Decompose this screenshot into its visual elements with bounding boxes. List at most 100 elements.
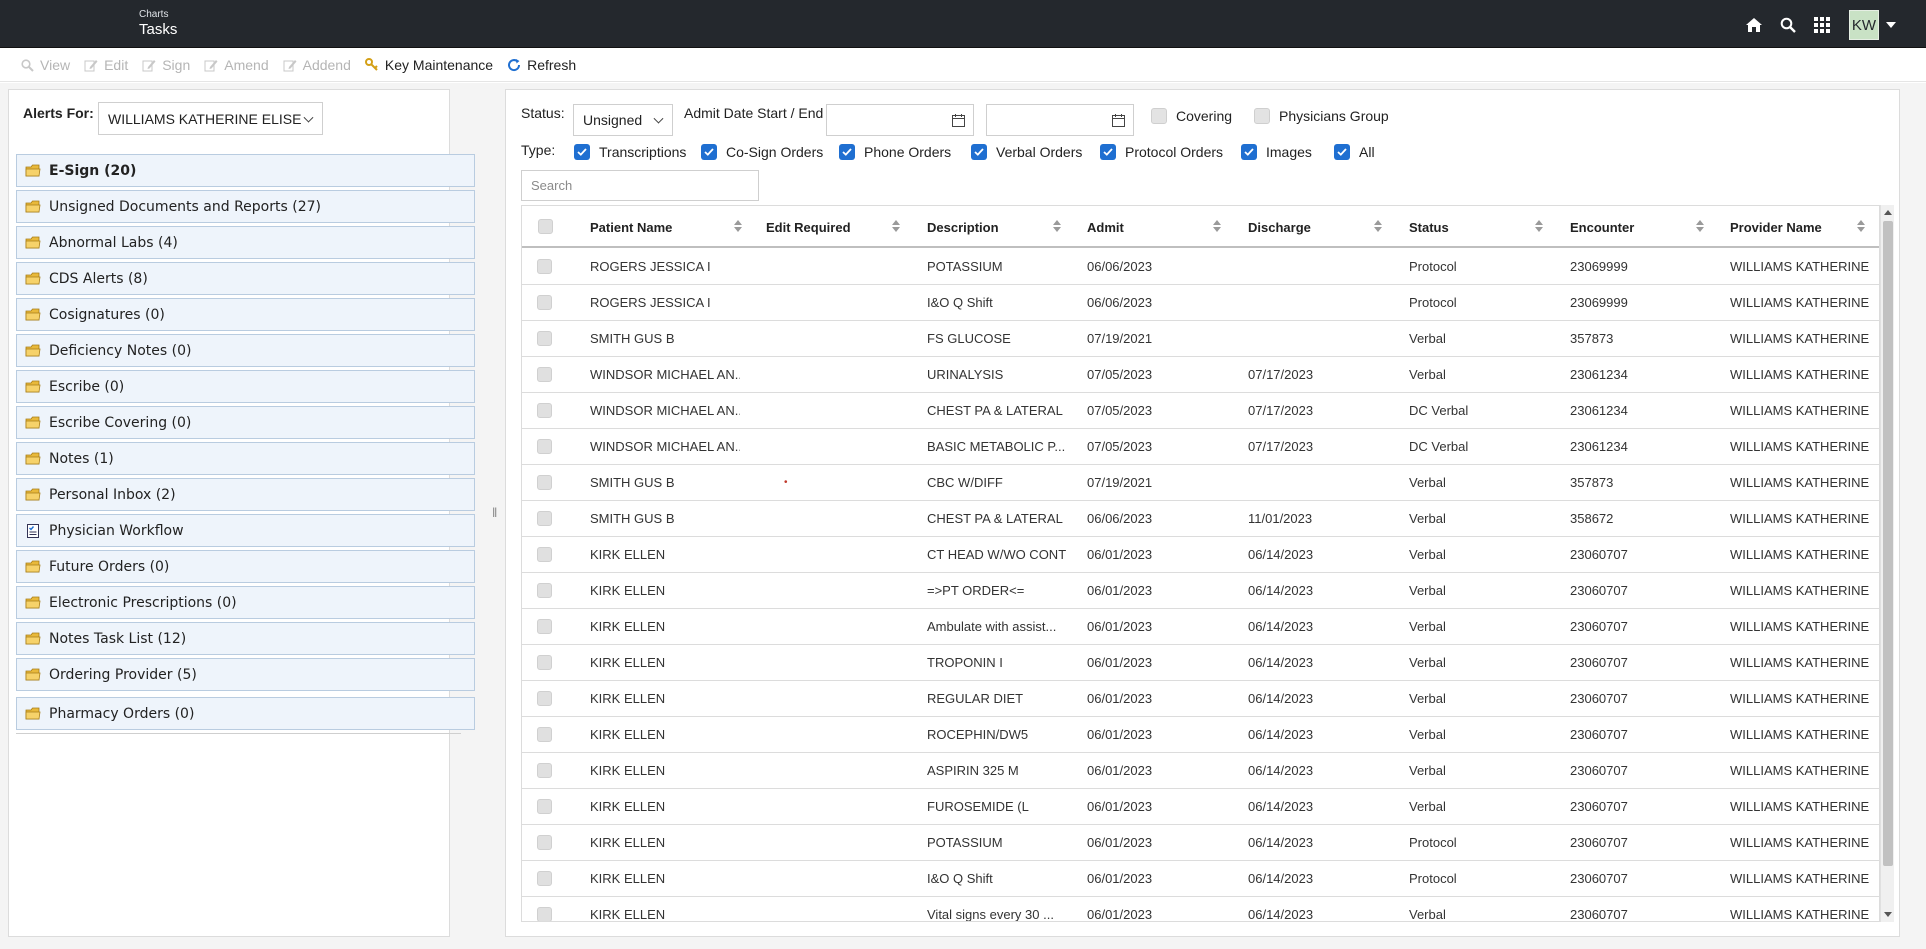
table-row[interactable]: SMITH GUS B FS GLUCOSE 07/19/2021 Verbal 357… xyxy=(522,321,1879,357)
table-row[interactable]: WINDSOR MICHAEL AN... BASIC METABOLIC P..… xyxy=(522,429,1879,465)
alert-folder-item[interactable]: Cosignatures (0) xyxy=(16,298,475,331)
row-checkbox[interactable] xyxy=(537,511,552,526)
table-row[interactable]: KIRK ELLEN REGULAR DIET 06/01/2023 06/14/20… xyxy=(522,681,1879,717)
row-checkbox[interactable] xyxy=(537,439,552,454)
row-checkbox[interactable] xyxy=(537,763,552,778)
alert-folder-item[interactable]: Unsigned Documents and Reports (27) xyxy=(16,190,475,223)
column-header[interactable]: Edit Required xyxy=(766,206,851,248)
table-row[interactable]: KIRK ELLEN Ambulate with assist... 06/01/2… xyxy=(522,609,1879,645)
table-row[interactable]: KIRK ELLEN POTASSIUM 06/01/2023 06/14/2023 P… xyxy=(522,825,1879,861)
table-row[interactable]: KIRK ELLEN =>PT ORDER<= 06/01/2023 06/14/20… xyxy=(522,573,1879,609)
type-checkbox[interactable]: Protocol Orders xyxy=(1100,144,1223,160)
physicians-group-checkbox[interactable]: Physicians Group xyxy=(1254,108,1389,124)
row-checkbox[interactable] xyxy=(537,295,552,310)
table-row[interactable]: SMITH GUS B CHEST PA & LATERAL 06/06/2023 1… xyxy=(522,501,1879,537)
home-icon[interactable] xyxy=(1737,11,1771,39)
column-header[interactable]: Discharge xyxy=(1248,206,1311,248)
row-checkbox[interactable] xyxy=(537,259,552,274)
row-checkbox[interactable] xyxy=(537,799,552,814)
column-header[interactable]: Description xyxy=(927,206,999,248)
table-row[interactable]: KIRK ELLEN I&O Q Shift 06/01/2023 06/14/202… xyxy=(522,861,1879,897)
grid-scrollbar[interactable] xyxy=(1880,205,1894,922)
alert-folder-item[interactable]: Notes Task List (12) xyxy=(16,622,475,655)
key-maintenance-button[interactable]: Key Maintenance xyxy=(364,57,493,73)
alert-folder-item[interactable]: E-Sign (20) xyxy=(16,154,475,187)
user-menu-chevron-down-icon[interactable] xyxy=(1886,22,1896,28)
alert-folder-item[interactable]: Escribe Covering (0) xyxy=(16,406,475,439)
alert-folder-item[interactable]: Electronic Prescriptions (0) xyxy=(16,586,475,619)
row-checkbox[interactable] xyxy=(537,727,552,742)
row-checkbox[interactable] xyxy=(537,835,552,850)
row-checkbox[interactable] xyxy=(537,475,552,490)
table-row[interactable]: WINDSOR MICHAEL AN... URINALYSIS 07/05/202… xyxy=(522,357,1879,393)
sort-arrows-icon[interactable] xyxy=(734,220,742,232)
type-checkbox[interactable]: Images xyxy=(1241,144,1312,160)
sort-arrows-icon[interactable] xyxy=(1374,220,1382,232)
refresh-button[interactable]: Refresh xyxy=(507,57,576,73)
alert-folder-item[interactable]: CDS Alerts (8) xyxy=(16,262,475,295)
table-row[interactable]: ROGERS JESSICA I POTASSIUM 06/06/2023 Proto… xyxy=(522,249,1879,285)
user-avatar[interactable]: KW xyxy=(1849,10,1879,40)
alert-folder-item[interactable]: Personal Inbox (2) xyxy=(16,478,475,511)
search-input[interactable] xyxy=(521,170,759,201)
column-header[interactable]: Encounter xyxy=(1570,206,1634,248)
row-checkbox[interactable] xyxy=(537,403,552,418)
view-button[interactable]: View xyxy=(20,57,70,73)
type-checkbox[interactable]: Co-Sign Orders xyxy=(701,144,823,160)
scrollbar-thumb[interactable] xyxy=(1883,221,1893,866)
column-header[interactable]: Status xyxy=(1409,206,1449,248)
type-checkbox[interactable]: Phone Orders xyxy=(839,144,951,160)
sign-button[interactable]: Sign xyxy=(142,57,190,73)
column-header[interactable]: Provider Name xyxy=(1730,206,1822,248)
calendar-icon[interactable] xyxy=(952,114,965,132)
table-row[interactable]: KIRK ELLEN Vital signs every 30 ... 06/01/… xyxy=(522,897,1879,921)
table-row[interactable]: KIRK ELLEN TROPONIN I 06/01/2023 06/14/2023… xyxy=(522,645,1879,681)
sort-arrows-icon[interactable] xyxy=(1535,220,1543,232)
panel-splitter-handle[interactable]: ‖ xyxy=(492,505,500,521)
search-icon[interactable] xyxy=(1771,11,1805,39)
alert-folder-item[interactable]: Pharmacy Orders (0) xyxy=(16,697,475,730)
type-checkbox[interactable]: All xyxy=(1334,144,1375,160)
row-checkbox[interactable] xyxy=(537,547,552,562)
row-checkbox[interactable] xyxy=(537,331,552,346)
calendar-icon[interactable] xyxy=(1112,114,1125,132)
table-row[interactable]: KIRK ELLEN FUROSEMIDE (L 06/01/2023 06/14/2… xyxy=(522,789,1879,825)
type-checkbox[interactable]: Verbal Orders xyxy=(971,144,1082,160)
column-header[interactable]: Admit xyxy=(1087,206,1124,248)
breadcrumb[interactable]: Charts xyxy=(139,10,177,20)
alert-folder-item[interactable]: Escribe (0) xyxy=(16,370,475,403)
row-checkbox[interactable] xyxy=(537,655,552,670)
table-row[interactable]: KIRK ELLEN CT HEAD W/WO CONT 06/01/2023 06/… xyxy=(522,537,1879,573)
alert-folder-item[interactable]: Notes (1) xyxy=(16,442,475,475)
table-row[interactable]: WINDSOR MICHAEL AN... CHEST PA & LATERAL 0… xyxy=(522,393,1879,429)
sort-arrows-icon[interactable] xyxy=(892,220,900,232)
sort-arrows-icon[interactable] xyxy=(1053,220,1061,232)
scroll-down-arrow-icon[interactable] xyxy=(1884,912,1892,917)
type-checkbox[interactable]: Transcriptions xyxy=(574,144,686,160)
amend-button[interactable]: Amend xyxy=(204,57,269,73)
sort-arrows-icon[interactable] xyxy=(1213,220,1221,232)
table-row[interactable]: SMITH GUS B • CBC W/DIFF 07/19/2021 Verbal 35… xyxy=(522,465,1879,501)
sort-arrows-icon[interactable] xyxy=(1696,220,1704,232)
table-row[interactable]: KIRK ELLEN ASPIRIN 325 M 06/01/2023 06/14/2… xyxy=(522,753,1879,789)
alert-folder-item[interactable]: Physician Workflow xyxy=(16,514,475,547)
column-header[interactable]: Patient Name xyxy=(590,206,672,248)
addend-button[interactable]: Addend xyxy=(283,57,351,73)
alert-folder-item[interactable]: Future Orders (0) xyxy=(16,550,475,583)
table-row[interactable]: ROGERS JESSICA I I&O Q Shift 06/06/2023 Pro… xyxy=(522,285,1879,321)
scroll-up-arrow-icon[interactable] xyxy=(1884,210,1892,215)
row-checkbox[interactable] xyxy=(537,871,552,886)
alert-folder-item[interactable]: Ordering Provider (5) xyxy=(16,658,475,691)
row-checkbox[interactable] xyxy=(537,619,552,634)
row-checkbox[interactable] xyxy=(537,583,552,598)
admit-end-date-input[interactable] xyxy=(986,104,1134,136)
select-all-checkbox[interactable] xyxy=(538,219,553,234)
row-checkbox[interactable] xyxy=(537,367,552,382)
alert-folder-item[interactable]: Deficiency Notes (0) xyxy=(16,334,475,367)
covering-checkbox[interactable]: Covering xyxy=(1151,108,1232,124)
row-checkbox[interactable] xyxy=(537,907,552,921)
admit-start-date-input[interactable] xyxy=(826,104,974,136)
table-row[interactable]: KIRK ELLEN ROCEPHIN/DW5 06/01/2023 06/14/20… xyxy=(522,717,1879,753)
status-select[interactable]: Unsigned xyxy=(573,104,673,136)
apps-grid-icon[interactable] xyxy=(1805,11,1839,39)
